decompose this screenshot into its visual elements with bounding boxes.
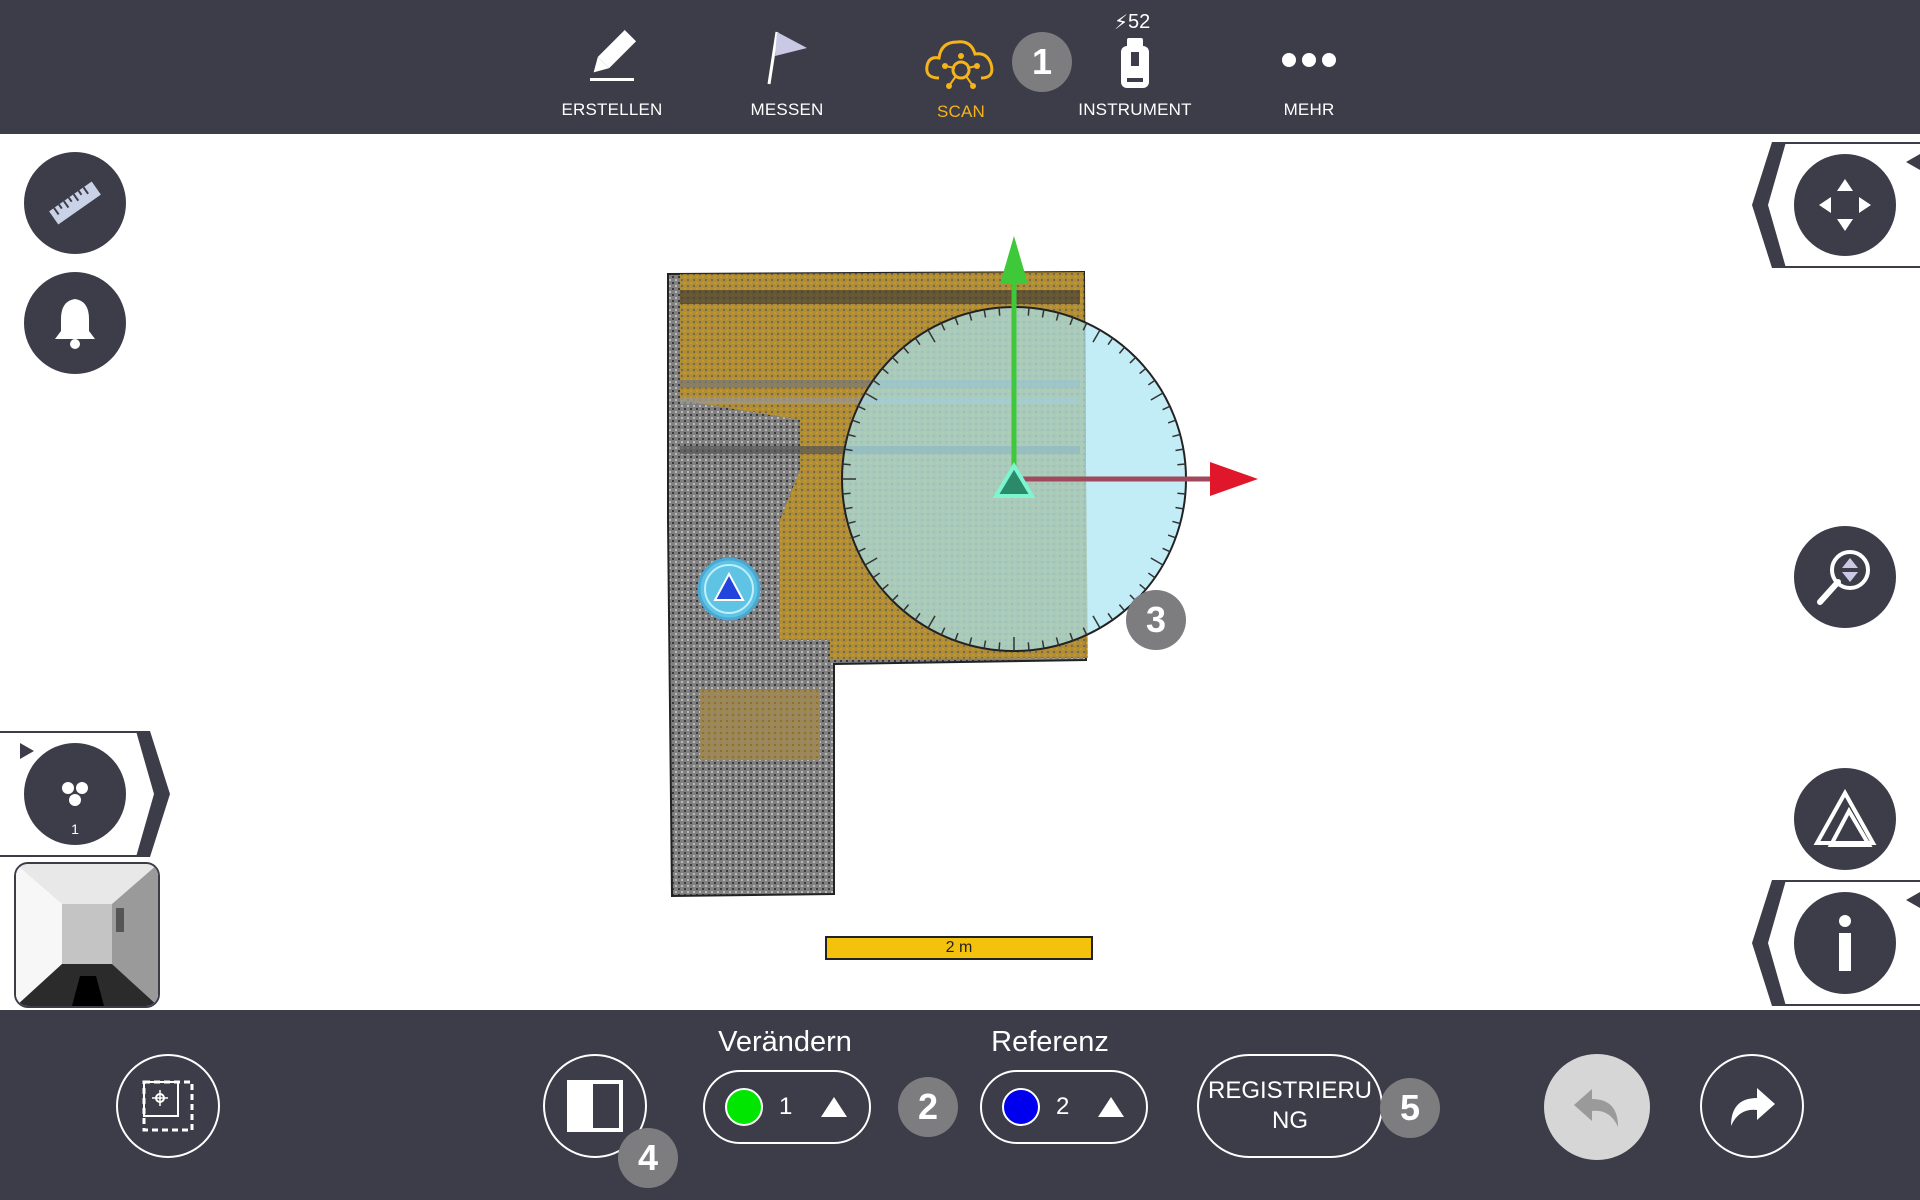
layers-button[interactable]: 1	[24, 743, 126, 845]
protractor-tick	[1027, 642, 1030, 651]
fit-view-button[interactable]	[116, 1054, 220, 1158]
corridor-image	[16, 864, 158, 1006]
triangle-up-icon	[1098, 1097, 1124, 1117]
station-button[interactable]	[1794, 768, 1896, 870]
redo-icon	[1731, 1088, 1775, 1126]
pencil-icon	[590, 29, 637, 81]
instrument-icon	[1121, 38, 1149, 88]
nav-erstellen-label: ERSTELLEN	[561, 100, 663, 119]
nav-instrument[interactable]: ⚡ 52 INSTRUMENT	[1050, 0, 1220, 134]
scan-viewport[interactable]: 3	[0, 134, 1920, 1010]
protractor-tick	[998, 307, 1001, 316]
bell-icon	[55, 299, 95, 349]
lightning-icon: ⚡	[1114, 12, 1129, 34]
reference-value: 2	[1056, 1093, 1070, 1120]
triangle-up-icon	[821, 1097, 847, 1117]
undo-button[interactable]	[1544, 1054, 1650, 1160]
reference-label: Referenz	[991, 1026, 1109, 1058]
callout-2: 2	[898, 1077, 958, 1137]
layers-badge: 1	[71, 821, 79, 837]
zoom-icon	[1817, 550, 1870, 605]
nav-erstellen[interactable]: ERSTELLEN	[527, 0, 697, 134]
info-button[interactable]	[1794, 892, 1896, 994]
battery-indicator: ⚡ 52	[1114, 10, 1150, 35]
navigation-panel-tab[interactable]	[1752, 142, 1920, 268]
protractor-tick	[1027, 307, 1030, 316]
layers-panel-tab[interactable]: 1	[0, 731, 170, 857]
station-triangle-icon	[1813, 789, 1877, 847]
protractor-tick	[1177, 492, 1186, 495]
bottom-toolbar: 4 Verändern 1 2 Referenz 2 REGISTRIERU N…	[0, 1010, 1920, 1200]
change-color-dot	[725, 1088, 763, 1126]
nav-mehr-label: MEHR	[1283, 100, 1335, 119]
split-view-icon	[567, 1080, 623, 1132]
scale-bar: 2 m	[825, 936, 1093, 960]
callout-3: 3	[1126, 590, 1186, 650]
nav-instrument-label: INSTRUMENT	[1078, 100, 1192, 119]
battery-value: 52	[1128, 11, 1151, 33]
more-dots-icon	[1282, 53, 1336, 67]
registration-label-line1: REGISTRIERU	[1207, 1077, 1372, 1104]
move-button[interactable]	[1794, 154, 1896, 256]
protractor-tick	[1177, 463, 1186, 466]
protractor-tick	[842, 463, 851, 466]
ruler-icon	[49, 181, 101, 225]
change-label: Verändern	[718, 1026, 852, 1058]
info-icon	[1839, 915, 1851, 971]
info-panel-tab[interactable]	[1752, 880, 1920, 1006]
change-value: 1	[779, 1093, 793, 1120]
nav-messen-label: MESSEN	[750, 100, 824, 119]
callout-4: 4	[618, 1128, 678, 1188]
change-selector[interactable]: 1	[703, 1070, 871, 1144]
registration-label-line2: NG	[1272, 1107, 1308, 1134]
top-nav-bar: ERSTELLEN MESSEN SCAN 1 ⚡ 52 INSTRUMENT …	[0, 0, 1920, 134]
scan-cloud-icon	[925, 40, 994, 89]
nav-scan-label: SCAN	[936, 102, 986, 121]
protractor-tick	[842, 492, 851, 495]
scan-photo-thumbnail[interactable]	[14, 862, 160, 1008]
protractor-tick	[998, 642, 1001, 651]
notifications-button[interactable]	[24, 272, 126, 374]
flag-icon	[767, 31, 807, 85]
move-arrows-icon	[1819, 179, 1871, 231]
point-cloud	[667, 236, 1258, 898]
nav-messen[interactable]: MESSEN	[702, 0, 872, 134]
nav-mehr[interactable]: MEHR	[1224, 0, 1394, 134]
undo-icon	[1574, 1089, 1618, 1127]
reference-color-dot	[1002, 1088, 1040, 1126]
registration-button[interactable]: REGISTRIERU NG	[1197, 1054, 1383, 1158]
redo-button[interactable]	[1700, 1054, 1804, 1158]
fit-view-icon	[142, 1080, 194, 1132]
zoom-button[interactable]	[1794, 526, 1896, 628]
layers-dots-icon	[62, 782, 88, 806]
callout-5: 5	[1380, 1078, 1440, 1138]
ruler-button[interactable]	[24, 152, 126, 254]
reference-selector[interactable]: 2	[980, 1070, 1148, 1144]
